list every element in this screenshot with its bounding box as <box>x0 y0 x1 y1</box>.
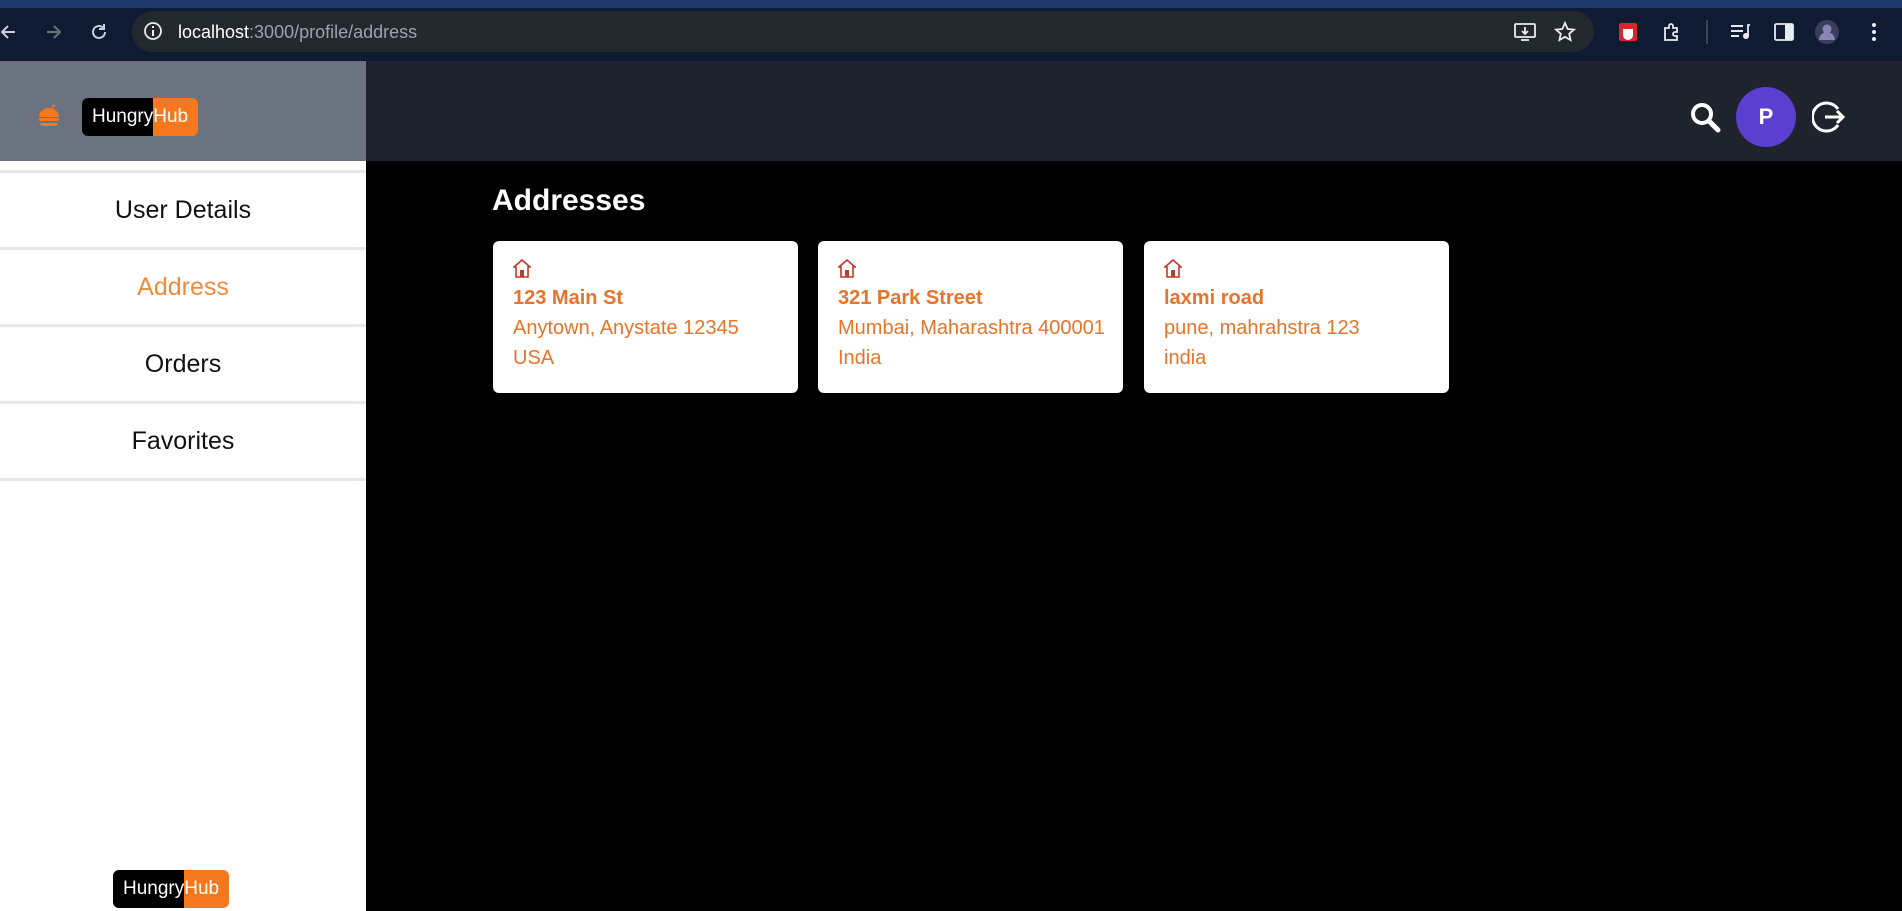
side-panel-icon[interactable] <box>1770 18 1798 46</box>
footer-brand-logo[interactable]: Hungry Hub <box>113 870 230 908</box>
house-icon <box>836 258 858 279</box>
search-icon[interactable] <box>1689 101 1721 133</box>
toolbar-divider <box>1706 20 1708 44</box>
browser-menu-icon[interactable] <box>1860 18 1888 46</box>
footer-brand-name-part2: Hub <box>184 870 230 908</box>
brand-logo[interactable]: Hungry Hub <box>82 98 199 136</box>
url-host: localhost <box>178 22 250 42</box>
forward-icon[interactable] <box>38 17 68 47</box>
extension-red-icon[interactable] <box>1614 18 1642 46</box>
bookmark-star-icon[interactable] <box>1551 18 1579 46</box>
brand-name-part1: Hungry <box>82 98 154 136</box>
address-card[interactable]: 321 Park Street Mumbai, Maharashtra 4000… <box>818 241 1123 393</box>
address-card[interactable]: 123 Main St Anytown, Anystate 12345 USA <box>493 241 798 393</box>
back-icon[interactable] <box>0 17 24 47</box>
brand-name-part2: Hub <box>153 98 199 136</box>
address-street: laxmi road <box>1164 287 1265 309</box>
extensions-puzzle-icon[interactable] <box>1658 18 1686 46</box>
browser-tab-strip <box>0 0 1902 8</box>
logout-icon[interactable] <box>1811 100 1846 134</box>
footer-brand-name-part1: Hungry <box>113 870 185 908</box>
sidebar-item-favorites[interactable]: Favorites <box>0 404 366 478</box>
address-country: india <box>1164 347 1207 369</box>
address-country: USA <box>513 347 555 369</box>
address-card[interactable]: laxmi road pune, mahrahstra 123 india <box>1144 241 1449 393</box>
sidebar-item-address[interactable]: Address <box>0 250 366 324</box>
install-app-icon[interactable] <box>1511 18 1539 46</box>
app-header <box>366 61 1902 161</box>
address-country: India <box>838 347 882 369</box>
sidebar-divider <box>0 478 366 481</box>
sidebar: User Details Address Orders Favorites <box>0 161 366 911</box>
hamburger-logo-icon[interactable] <box>36 103 62 129</box>
user-avatar[interactable]: P <box>1736 87 1796 147</box>
sidebar-item-user-details[interactable]: User Details <box>0 173 366 247</box>
url-path: :3000/profile/address <box>249 22 418 42</box>
house-icon <box>1162 258 1184 279</box>
address-street: 321 Park Street <box>838 287 983 309</box>
address-bar-url: localhost:3000/profile/address <box>178 20 417 44</box>
address-city: Mumbai, Maharashtra 400001 <box>838 317 1105 339</box>
house-icon <box>511 258 533 279</box>
sidebar-item-orders[interactable]: Orders <box>0 327 366 401</box>
address-city: Anytown, Anystate 12345 <box>513 317 739 339</box>
page-title: Addresses <box>492 184 646 217</box>
reload-icon[interactable] <box>84 17 114 47</box>
profile-avatar-icon[interactable] <box>1813 18 1841 46</box>
media-controls-icon[interactable] <box>1726 18 1754 46</box>
address-street: 123 Main St <box>513 287 624 309</box>
site-info-icon[interactable] <box>143 21 163 41</box>
address-city: pune, mahrahstra 123 <box>1164 317 1360 339</box>
